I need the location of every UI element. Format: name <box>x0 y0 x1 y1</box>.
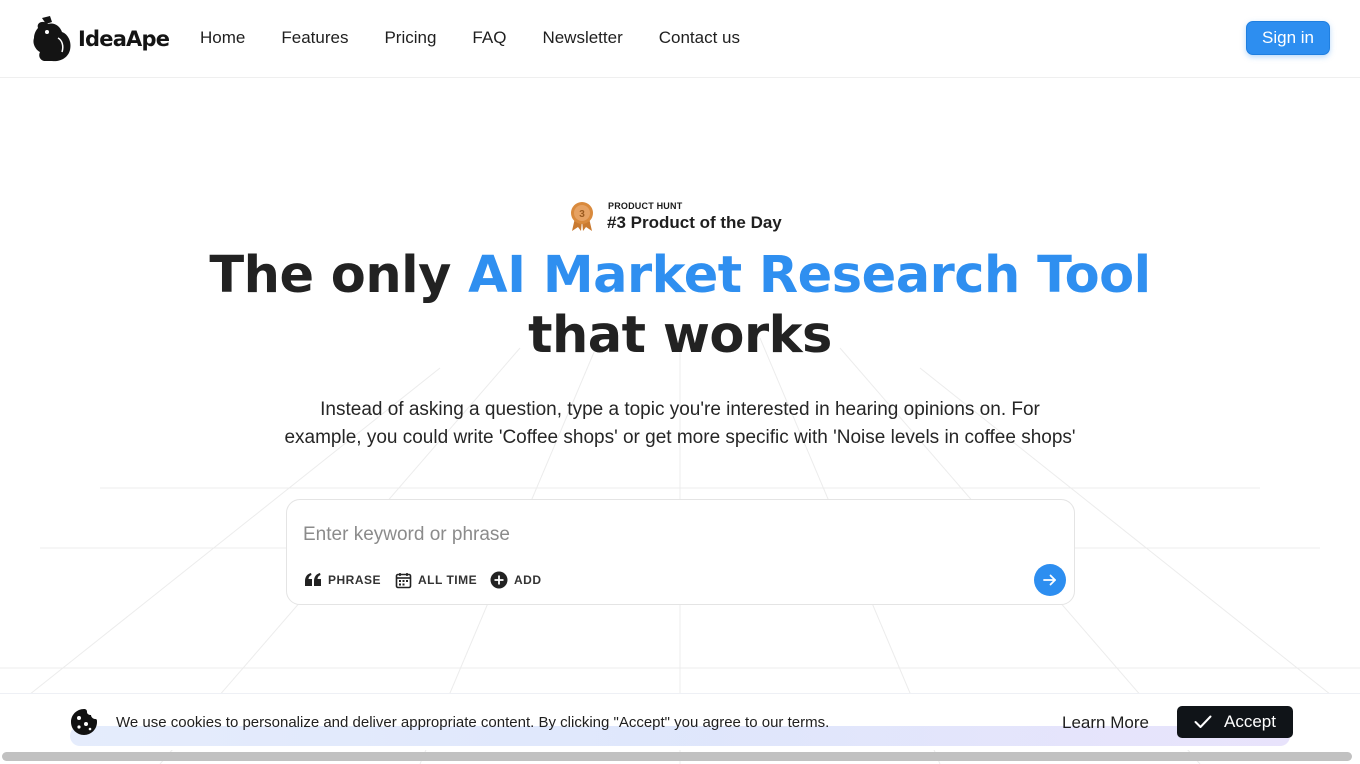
nav-faq[interactable]: FAQ <box>472 28 506 48</box>
arrow-right-icon <box>1043 574 1056 586</box>
add-label: ADD <box>514 573 542 587</box>
top-navigation-bar: IdeaApe Home Features Pricing FAQ Newsle… <box>0 0 1360 78</box>
nav-contact-us[interactable]: Contact us <box>659 28 740 48</box>
product-hunt-badge[interactable]: 3 PRODUCT HUNT #3 Product of the Day <box>568 200 798 236</box>
brand-logo[interactable]: IdeaApe <box>30 14 170 62</box>
badge-title: #3 Product of the Day <box>607 213 782 232</box>
main-nav: Home Features Pricing FAQ Newsletter Con… <box>200 28 776 48</box>
hero-headline: The only AI Market Research Tool that wo… <box>0 246 1360 366</box>
cookie-consent-bar: We use cookies to personalize and delive… <box>0 693 1360 750</box>
cookie-message: We use cookies to personalize and delive… <box>116 714 830 731</box>
search-submit-button[interactable] <box>1034 564 1066 596</box>
headline-end: that works <box>528 306 832 365</box>
time-range-option[interactable]: ALL TIME <box>395 570 477 590</box>
nav-newsletter[interactable]: Newsletter <box>542 28 622 48</box>
nav-home[interactable]: Home <box>200 28 245 48</box>
search-card: PHRASE ALL TIME ADD <box>286 499 1075 605</box>
accept-cookies-button[interactable]: Accept <box>1177 706 1293 738</box>
ape-logo-icon <box>33 16 71 62</box>
hero-description: Instead of asking a question, type a top… <box>284 399 1076 448</box>
medal-rank: 3 <box>579 209 585 220</box>
nav-features[interactable]: Features <box>281 28 348 48</box>
medal-icon: 3 <box>571 202 593 231</box>
phrase-option[interactable]: PHRASE <box>304 570 381 590</box>
learn-more-link[interactable]: Learn More <box>1062 713 1149 733</box>
sign-in-button[interactable]: Sign in <box>1246 21 1330 55</box>
brand-name: IdeaApe <box>78 27 170 51</box>
headline-accent: AI Market Research Tool <box>468 246 1151 305</box>
headline-start: The only <box>209 246 469 305</box>
quote-icon <box>305 573 321 586</box>
phrase-label: PHRASE <box>328 573 382 587</box>
add-option[interactable]: ADD <box>490 570 542 590</box>
check-icon <box>1194 715 1212 728</box>
time-range-label: ALL TIME <box>418 573 478 587</box>
search-input[interactable] <box>303 520 1003 550</box>
badge-source: PRODUCT HUNT <box>608 201 683 211</box>
plus-circle-icon <box>490 571 508 589</box>
accept-label: Accept <box>1224 712 1276 731</box>
horizontal-scrollbar[interactable] <box>2 752 1352 761</box>
calendar-icon <box>395 572 412 588</box>
nav-pricing[interactable]: Pricing <box>384 28 436 48</box>
cookie-icon <box>71 709 97 735</box>
